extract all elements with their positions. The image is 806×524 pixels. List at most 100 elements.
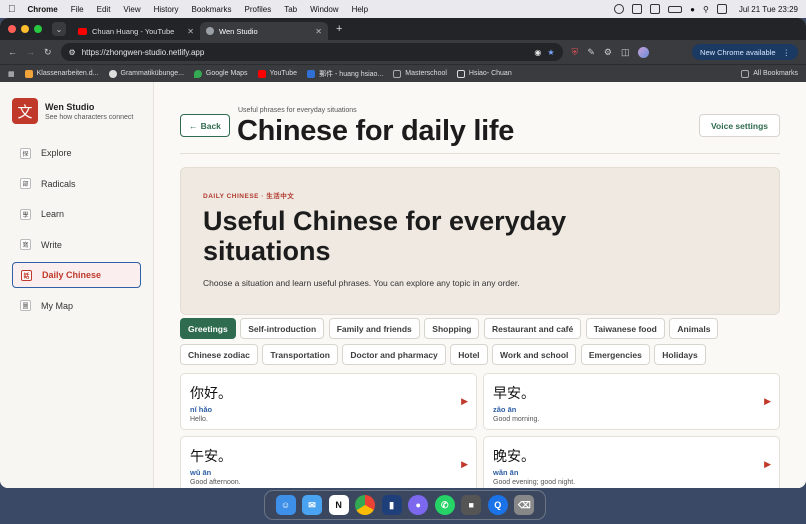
update-chrome-button[interactable]: New Chrome available ⋮ — [692, 44, 798, 60]
topic-chip-chinese-zodiac[interactable]: Chinese zodiac — [180, 344, 258, 365]
url-text[interactable]: https://zhongwen-studio.netlify.app — [82, 48, 529, 57]
menu-view[interactable]: View — [123, 5, 140, 14]
menu-bookmarks[interactable]: Bookmarks — [192, 5, 232, 14]
menu-help[interactable]: Help — [352, 5, 368, 14]
eye-off-icon[interactable]: ◉ — [534, 48, 541, 57]
topic-chip-emergencies[interactable]: Emergencies — [580, 344, 650, 365]
app-icon[interactable]: Q — [487, 495, 508, 515]
close-tab-icon[interactable]: ✕ — [315, 27, 322, 36]
forward-arrow-icon[interactable]: → — [26, 47, 35, 57]
menu-file[interactable]: File — [71, 5, 84, 14]
brand[interactable]: 文 Wen Studio See how characters connect — [12, 98, 141, 124]
whatsapp-icon[interactable]: ✆ — [434, 495, 455, 515]
app-icon[interactable]: ▮ — [381, 495, 402, 515]
status-icon[interactable] — [632, 4, 643, 14]
extension-icon[interactable]: ✎ — [587, 47, 595, 58]
topic-chip-transportation[interactable]: Transportation — [262, 344, 338, 365]
phrase-card[interactable]: 早安。 zǎo ān Good morning. ▶ — [483, 373, 780, 430]
menu-profiles[interactable]: Profiles — [245, 5, 272, 14]
topic-chip-doctor-and-pharmacy[interactable]: Doctor and pharmacy — [342, 344, 446, 365]
bookmark-label: YouTube — [269, 70, 298, 77]
explore-icon: 探 — [20, 147, 31, 159]
topic-chip-holidays[interactable]: Holidays — [654, 344, 706, 365]
menu-app[interactable]: Chrome — [28, 5, 58, 14]
topic-chip-shopping[interactable]: Shopping — [424, 318, 480, 339]
topic-chip-hotel[interactable]: Hotel — [450, 344, 488, 365]
notion-icon[interactable] — [650, 4, 661, 14]
apple-icon[interactable]:  — [8, 4, 16, 15]
all-bookmarks-button[interactable]: All Bookmarks — [741, 69, 798, 78]
play-icon[interactable]: ▶ — [461, 459, 468, 470]
new-tab-button[interactable]: + — [336, 23, 342, 35]
play-icon[interactable]: ▶ — [461, 396, 468, 407]
topic-chip-restaurant-and-cafe[interactable]: Restaurant and café — [483, 318, 582, 339]
phrase-card[interactable]: 晚安。 wǎn ān Good evening; good night. ▶ — [483, 436, 780, 488]
mail-icon[interactable]: ✉ — [302, 495, 323, 515]
sidebar-item-my-map[interactable]: 圖 My Map — [12, 293, 141, 319]
side-panel-icon[interactable]: ◫ — [621, 47, 630, 58]
bookmark-folder[interactable]: Masterschool — [393, 69, 447, 78]
hero-title: Useful Chinese for everyday situations — [203, 206, 567, 266]
zoom-window-button[interactable] — [34, 25, 42, 33]
puzzle-icon[interactable]: ⚙ — [604, 47, 612, 58]
bookmark-item[interactable]: Hsiao- Chuan — [456, 69, 512, 78]
close-window-button[interactable] — [8, 25, 16, 33]
profile-avatar[interactable] — [638, 46, 650, 58]
control-center-icon[interactable] — [716, 4, 727, 14]
sidebar-item-write[interactable]: 寫 Write — [12, 232, 141, 258]
site-settings-icon[interactable]: ⚙ — [69, 48, 76, 57]
sidebar-item-learn[interactable]: 學 Learn — [12, 201, 141, 227]
topic-chip-family-and-friends[interactable]: Family and friends — [328, 318, 420, 339]
close-tab-icon[interactable]: ✕ — [187, 27, 194, 36]
messenger-icon[interactable]: ● — [408, 495, 429, 515]
bookmark-star-icon[interactable]: ★ — [547, 48, 554, 57]
chrome-icon[interactable] — [355, 495, 376, 515]
tab-search-button[interactable]: ⌄ — [52, 22, 66, 36]
phrase-card[interactable]: 午安。 wǔ ān Good afternoon. ▶ — [180, 436, 477, 488]
bookmark-item[interactable]: 郵件 - huang hsiao... — [307, 69, 383, 79]
shield-icon[interactable]: ⛨ — [572, 47, 579, 58]
bookmark-label: Hsiao- Chuan — [468, 70, 512, 77]
bookmark-favicon — [24, 69, 33, 78]
reload-icon[interactable]: ↻ — [44, 47, 52, 58]
topic-chip-animals[interactable]: Animals — [669, 318, 719, 339]
sidebar-item-radicals[interactable]: 部 Radicals — [12, 171, 141, 197]
tab-wen-studio[interactable]: Wen Studio ✕ — [200, 22, 328, 40]
topic-chip-greetings[interactable]: Greetings — [180, 318, 236, 339]
bookmark-item[interactable]: Google Maps — [193, 69, 248, 78]
bookmark-item[interactable]: YouTube — [257, 69, 298, 78]
sidebar-item-label: My Map — [41, 300, 74, 311]
apps-grid-icon[interactable]: ▦ — [8, 70, 15, 78]
back-arrow-icon[interactable]: ← — [8, 47, 17, 57]
play-icon[interactable]: ▶ — [764, 396, 771, 407]
topic-chip-taiwanese-food[interactable]: Taiwanese food — [585, 318, 665, 339]
menu-edit[interactable]: Edit — [97, 5, 111, 14]
back-button[interactable]: ← Back — [180, 114, 230, 137]
bookmark-item[interactable]: Grammatikübunge... — [108, 69, 184, 78]
menu-window[interactable]: Window — [310, 5, 338, 14]
bookmark-item[interactable]: Klassenarbeiten.d... — [24, 69, 99, 78]
address-bar[interactable]: ⚙ https://zhongwen-studio.netlify.app ◉ … — [60, 43, 563, 61]
menu-history[interactable]: History — [154, 5, 179, 14]
notion-icon[interactable]: N — [328, 495, 349, 515]
status-icon[interactable] — [614, 4, 625, 14]
finder-icon[interactable]: ☺ — [275, 495, 296, 515]
more-menu-icon[interactable]: ⋮ — [783, 48, 791, 57]
topic-chip-work-and-school[interactable]: Work and school — [492, 344, 577, 365]
phrase-card[interactable]: 你好。 nǐ hǎo Hello. ▶ — [180, 373, 477, 430]
sidebar-item-daily-chinese[interactable]: 話 Daily Chinese — [12, 262, 141, 289]
menubar-clock[interactable]: Jul 21 Tue 23:29 — [739, 5, 798, 14]
menu-tab[interactable]: Tab — [284, 5, 297, 14]
play-icon[interactable]: ▶ — [764, 459, 771, 470]
topic-chip-self-introduction[interactable]: Self-introduction — [240, 318, 325, 339]
app-icon[interactable]: ■ — [461, 495, 482, 515]
sidebar-item-explore[interactable]: 探 Explore — [12, 140, 141, 166]
minimize-window-button[interactable] — [21, 25, 29, 33]
battery-icon[interactable] — [668, 5, 683, 13]
voice-settings-button[interactable]: Voice settings — [699, 114, 780, 137]
tab-title: Chuan Huang - YouTube — [92, 26, 175, 36]
wifi-icon[interactable]: ● — [690, 5, 695, 14]
search-icon[interactable]: ⚲ — [703, 5, 709, 14]
tab-youtube[interactable]: Chuan Huang - YouTube ✕ — [72, 22, 200, 40]
trash-icon[interactable]: ⌫ — [514, 495, 535, 515]
